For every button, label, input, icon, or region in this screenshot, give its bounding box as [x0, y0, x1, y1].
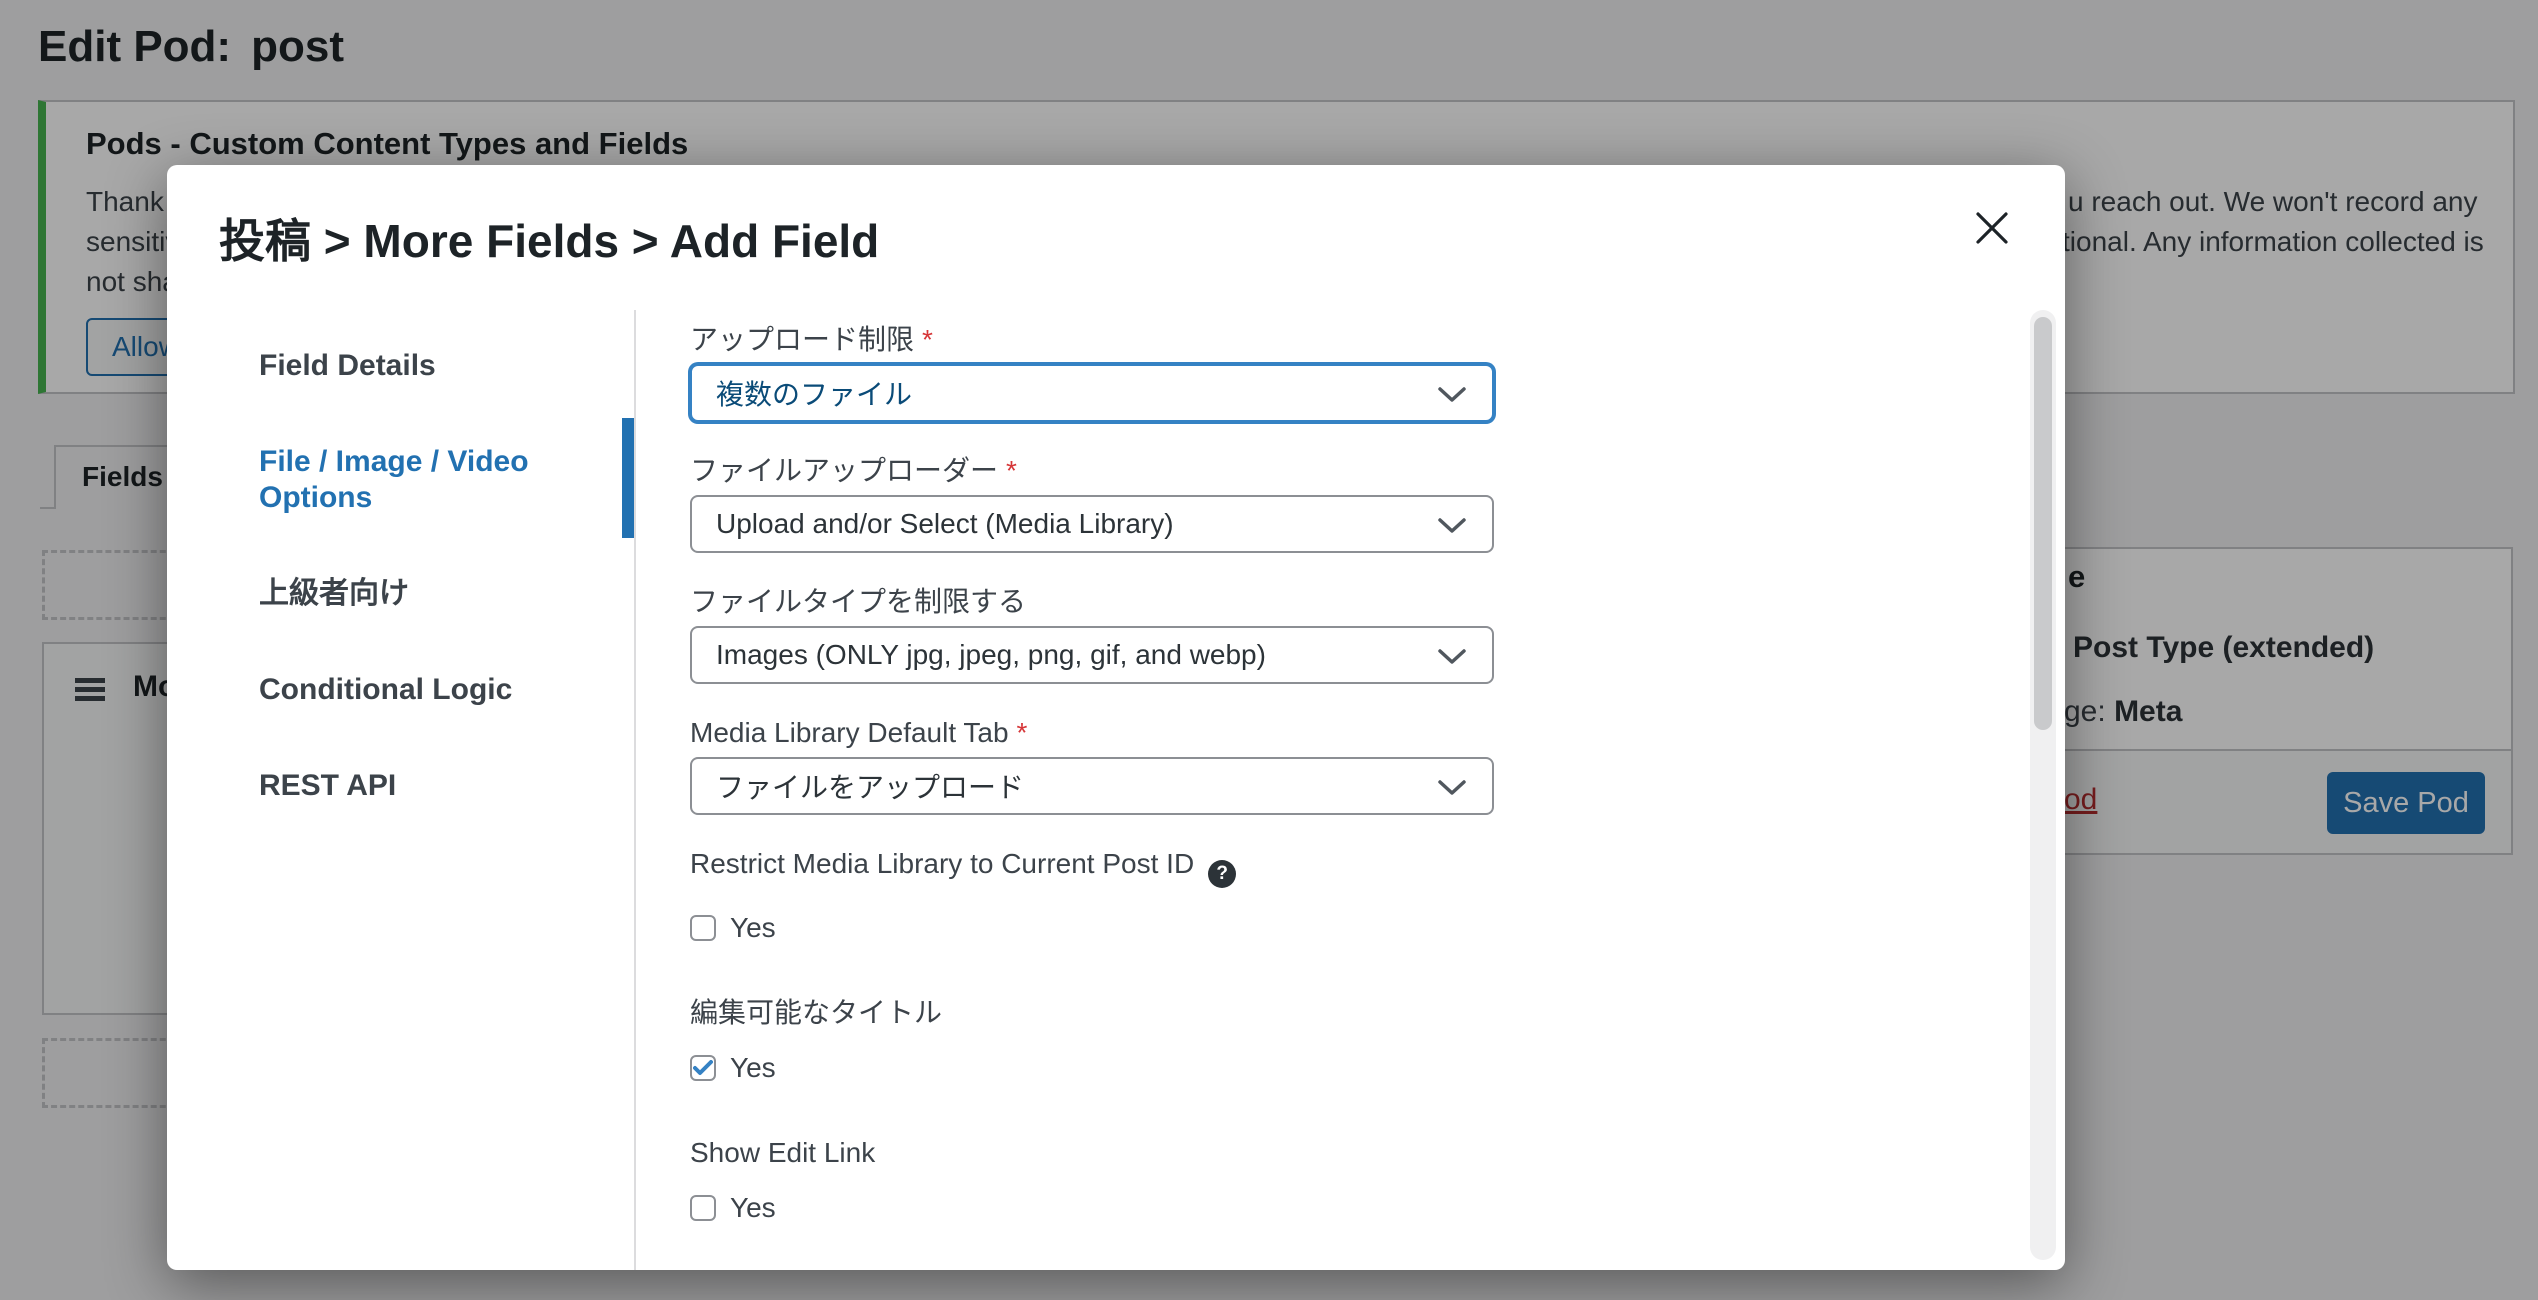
field-label: ファイルアップローダー *	[690, 455, 1017, 486]
help-icon[interactable]: ?	[1208, 860, 1237, 888]
tab-field-details[interactable]: Field Details	[259, 348, 634, 384]
tab-rest-api[interactable]: REST API	[259, 768, 634, 804]
field-label: Show Edit Link	[690, 1137, 876, 1168]
chevron-down-icon	[1438, 780, 1466, 795]
form-row-file-uploader: ファイルアップローダー * Upload and/or Select (Media…	[690, 456, 2065, 553]
required-asterisk: *	[1006, 455, 1017, 486]
modal-scrollbar-thumb[interactable]	[2034, 317, 2052, 730]
form-row-upload-limit: アップロード制限 * 複数のファイル	[690, 325, 2065, 422]
modal-body: Field Details File / Image / Video Optio…	[167, 310, 2065, 1270]
chevron-down-icon	[1438, 649, 1466, 664]
field-label: アップロード制限 *	[690, 324, 933, 355]
restrict-file-types-select[interactable]: Images (ONLY jpg, jpeg, png, gif, and we…	[690, 626, 1494, 684]
editable-title-checkbox-row[interactable]: Yes	[690, 1052, 2065, 1084]
tab-conditional-logic[interactable]: Conditional Logic	[259, 672, 634, 708]
form-row-restrict-media-library: Restrict Media Library to Current Post I…	[690, 849, 2065, 943]
modal-sidebar: Field Details File / Image / Video Optio…	[167, 310, 636, 1270]
close-icon[interactable]	[1973, 209, 2011, 247]
checkbox-label[interactable]: Yes	[730, 912, 776, 944]
checkbox-label[interactable]: Yes	[730, 1052, 776, 1084]
required-asterisk: *	[1016, 717, 1028, 748]
checkbox[interactable]	[690, 915, 716, 941]
media-library-default-tab-select[interactable]: ファイルをアップロード	[690, 757, 1494, 815]
form-row-media-library-default-tab: Media Library Default Tab * ファイルをアップロード	[690, 718, 2065, 815]
checkbox[interactable]	[690, 1055, 716, 1081]
chevron-down-icon	[1438, 387, 1466, 402]
restrict-media-library-checkbox-row[interactable]: Yes	[690, 912, 2065, 944]
pods-edit-pod-screen: Edit Pod: post Pods - Custom Content Type…	[0, 0, 2538, 1300]
upload-limit-select[interactable]: 複数のファイル	[690, 364, 1494, 422]
add-field-modal: 投稿 > More Fields > Add Field Field Detai…	[167, 165, 2065, 1270]
field-label: ファイルタイプを制限する	[690, 586, 1027, 617]
file-uploader-select[interactable]: Upload and/or Select (Media Library)	[690, 495, 1494, 553]
modal-scrollbar-track[interactable]	[2030, 310, 2056, 1260]
checkbox-label[interactable]: Yes	[730, 1192, 776, 1224]
tab-file-image-video-options[interactable]: File / Image / Video Options	[259, 418, 634, 538]
show-edit-link-checkbox-row[interactable]: Yes	[690, 1192, 2065, 1224]
form-row-show-edit-link: Show Edit Link Yes	[690, 1138, 2065, 1223]
form-row-editable-title: 編集可能なタイトル Yes	[690, 998, 2065, 1083]
tab-advanced[interactable]: 上級者向け	[259, 576, 634, 612]
form-row-restrict-file-types: ファイルタイプを制限する Images (ONLY jpg, jpeg, png…	[690, 587, 2065, 684]
required-asterisk: *	[922, 324, 933, 355]
field-label: Media Library Default Tab *	[690, 717, 1028, 748]
check-icon	[693, 1060, 713, 1075]
checkbox[interactable]	[690, 1195, 716, 1221]
chevron-down-icon	[1438, 518, 1466, 533]
modal-title: 投稿 > More Fields > Add Field	[219, 215, 880, 267]
field-label: Restrict Media Library to Current Post I…	[690, 849, 2065, 888]
modal-form: アップロード制限 * 複数のファイル ファイルアップローダー * Upload an…	[636, 310, 2065, 1270]
field-label: 編集可能なタイトル	[690, 997, 943, 1028]
